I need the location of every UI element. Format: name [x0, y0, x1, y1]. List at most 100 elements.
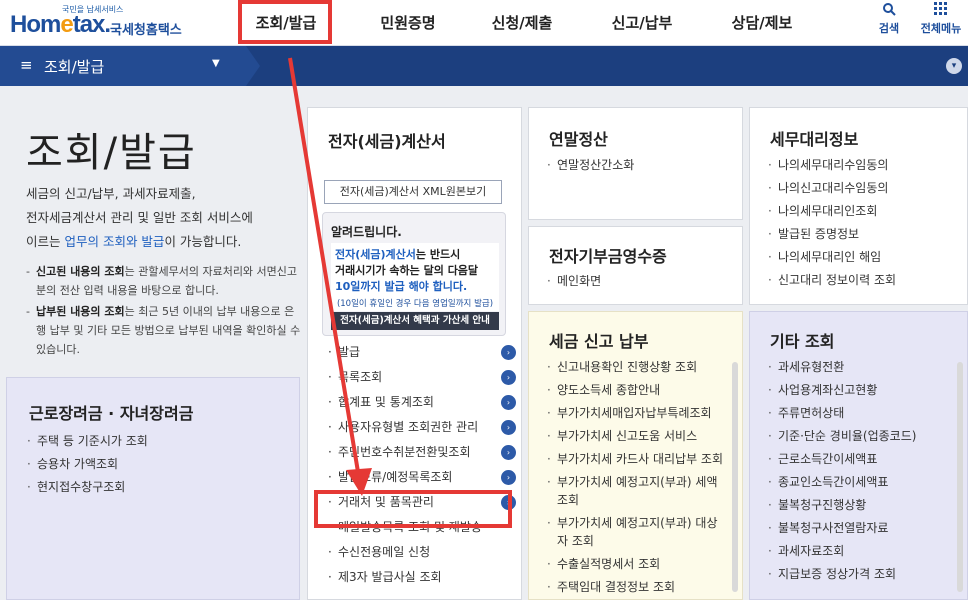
section-bar: ≡ 조회/발급 ▼ ▾ [0, 46, 968, 86]
chevron-right-icon: › [501, 370, 516, 385]
page-notes: 신고된 내용의 조회는 관할세무서의 자료처리와 서면신고분의 전산 입력 내용… [26, 262, 301, 361]
card-title: 세무대리정보 [770, 130, 859, 149]
list-item[interactable]: 신고내용확인 진행상황 조회 [545, 358, 725, 376]
list-item[interactable]: 부가가치세 예정고지(부과) 세액조회 [545, 473, 725, 509]
menu-item-pending[interactable]: 발급보류/예정목록조회› [326, 465, 516, 490]
expand-circle-icon[interactable]: ▾ [946, 58, 962, 74]
card-donation-receipt: 전자기부금영수증 메인화면 [528, 226, 743, 305]
card-list: 신고내용확인 진행상황 조회 양도소득세 종합안내 부가가치세매입자납부특례조회… [545, 358, 725, 601]
highlight-box-nav [238, 0, 332, 44]
card-list: 연말정산간소화 [545, 156, 634, 179]
card-title: 전자(세금)계산서 [328, 132, 446, 151]
list-item[interactable]: 나의세무대리수임동의 [766, 156, 896, 174]
nav-item-report-pay[interactable]: 신고/납부 [592, 0, 692, 46]
list-item[interactable]: 신고대리 정보이력 조회 [766, 271, 896, 289]
notice-box: 알려드립니다. 전자(세금)계산서는 반드시 거래시기가 속하는 달의 다음달 … [322, 212, 506, 336]
list-item[interactable]: 메인화면 [545, 272, 601, 290]
card-labor-incentive: 근로장려금 · 자녀장려금 주택 등 기준시가 조회 승용차 가액조회 현지접수… [6, 377, 300, 600]
card-list: 나의세무대리수임동의 나의신고대리수임동의 나의세무대리인조회 발급된 증명정보… [766, 156, 896, 294]
search-icon [872, 2, 906, 20]
menu-item-list[interactable]: 목록조회› [326, 365, 516, 390]
breadcrumb-arrow [246, 46, 260, 86]
list-item[interactable]: 불복청구진행상황 [766, 496, 916, 514]
chevron-right-icon: › [501, 445, 516, 460]
logo-wordmark: Hometax. [10, 11, 111, 38]
list-item[interactable]: 근로소득간이세액표 [766, 450, 916, 468]
card-title: 세금 신고 납부 [549, 332, 649, 351]
list-item[interactable]: 주택임대 결정정보 조회 [545, 578, 725, 596]
list-item[interactable]: 종교인소득간이세액표 [766, 473, 916, 491]
card-title: 전자기부금영수증 [549, 247, 667, 266]
search-label: 검색 [878, 22, 900, 35]
list-item[interactable]: 불복청구사전열람자료 [766, 519, 916, 537]
notice-text: 전자(세금)계산서는 반드시 거래시기가 속하는 달의 다음달 10일까지 발급… [331, 243, 499, 303]
search-button[interactable]: 검색 [872, 2, 906, 36]
logo-korean-name: 국세청홈택스 [110, 23, 182, 38]
menu-item-issue[interactable]: 발급› [326, 340, 516, 365]
list-item[interactable]: 부가가치세매입자납부특례조회 [545, 404, 725, 422]
section-dropdown[interactable]: ≡ 조회/발급 ▼ [0, 46, 246, 86]
list-item[interactable]: 나의신고대리수임동의 [766, 179, 896, 197]
caret-down-icon: ▼ [212, 58, 220, 69]
menu-item-resident-number[interactable]: 주민번호수취분전환및조회› [326, 440, 516, 465]
card-list: 메인화면 [545, 272, 601, 295]
chevron-right-icon: › [501, 345, 516, 360]
list-item[interactable]: 주류면허상태 [766, 404, 916, 422]
list-item[interactable]: 나의세무대리인 해임 [766, 248, 896, 266]
chevron-right-icon: › [501, 420, 516, 435]
chevron-right-icon: › [501, 395, 516, 410]
notice-holiday-text: (10일이 휴일인 경우 다음 영업일까지 발급) [331, 297, 499, 311]
page-description: 세금의 신고/납부, 과세자료제출, 전자세금계산서 관리 및 일반 조회 서비… [26, 186, 253, 249]
list-item[interactable]: 과세자료조회 [766, 542, 916, 560]
chevron-right-icon: › [501, 470, 516, 485]
hometax-logo[interactable]: 국민을 납세서비스 Hometax. 국세청홈택스 [8, 4, 188, 44]
list-item[interactable]: 연말정산간소화 [545, 156, 634, 174]
menu-item-receive-mail[interactable]: 수신전용메일 신청 [326, 540, 516, 565]
benefit-guide-button[interactable]: 전자(세금)계산서 혜택과 가산세 안내 [331, 312, 499, 330]
scrollbar[interactable] [732, 362, 738, 592]
notice-title: 알려드립니다. [331, 225, 402, 239]
card-tax-agent: 세무대리정보 나의세무대리수임동의 나의신고대리수임동의 나의세무대리인조회 발… [749, 107, 968, 305]
list-item[interactable]: 지급보증 정상가격 조회 [766, 565, 916, 583]
card-title: 근로장려금 · 자녀장려금 [29, 404, 194, 423]
grid-icon [916, 2, 966, 20]
list-item[interactable]: 부가가치세 신고도움 서비스 [545, 427, 725, 445]
nav-item-application[interactable]: 신청/제출 [472, 0, 572, 46]
note-declared: 신고된 내용의 조회는 관할세무서의 자료처리와 서면신고분의 전산 입력 내용… [26, 262, 301, 300]
menu-item-summary[interactable]: 합계표 및 통계조회› [326, 390, 516, 415]
list-item[interactable]: 주택 등 기준시가 조회 [25, 432, 148, 450]
scrollbar[interactable] [957, 362, 963, 592]
list-item[interactable]: 부가가치세 카드사 대리납부 조회 [545, 450, 725, 468]
einvoice-menu: 발급› 목록조회› 합계표 및 통계조회› 사용자유형별 조회권한 관리› 주민… [326, 340, 516, 590]
top-header: 국민을 납세서비스 Hometax. 국세청홈택스 조회/발급 민원증명 신청/… [0, 0, 968, 46]
list-item[interactable]: 승용차 가액조회 [25, 455, 148, 473]
all-menu-label: 전체메뉴 [920, 22, 962, 35]
card-list: 과세유형전환 사업용계좌신고현황 주류면허상태 기준·단순 경비율(업종코드) … [766, 358, 916, 588]
list-item[interactable]: 나의세무대리인조회 [766, 202, 896, 220]
highlight-box-mail-resend [314, 490, 512, 528]
nav-item-consult[interactable]: 상담/제보 [712, 0, 812, 46]
card-title: 연말정산 [549, 130, 608, 149]
card-list: 주택 등 기준시가 조회 승용차 가액조회 현지접수창구조회 [25, 432, 148, 501]
card-other-inquiry: 기타 조회 과세유형전환 사업용계좌신고현황 주류면허상태 기준·단순 경비율(… [749, 311, 968, 600]
page-title: 조회/발급 [26, 130, 197, 176]
menu-item-permission[interactable]: 사용자유형별 조회권한 관리› [326, 415, 516, 440]
list-item[interactable]: 과세유형전환 [766, 358, 916, 376]
xml-view-button[interactable]: 전자(세금)계산서 XML원본보기 [324, 180, 502, 204]
nav-item-certificate[interactable]: 민원증명 [358, 0, 458, 46]
card-tax-report: 세금 신고 납부 신고내용확인 진행상황 조회 양도소득세 종합안내 부가가치세… [528, 311, 743, 600]
list-item[interactable]: 기준·단순 경비율(업종코드) [766, 427, 916, 445]
list-item[interactable]: 발급된 증명정보 [766, 225, 896, 243]
note-paid: 납부된 내용의 조회는 최근 5년 이내의 납부 내용으로 은행 납부 및 기타… [26, 302, 301, 359]
hamburger-icon: ≡ [20, 56, 33, 74]
list-item[interactable]: 현지접수창구조회 [25, 478, 148, 496]
list-item[interactable]: 사업용계좌신고현황 [766, 381, 916, 399]
section-title: 조회/발급 [44, 58, 105, 76]
card-title: 기타 조회 [770, 332, 835, 351]
card-year-end: 연말정산 연말정산간소화 [528, 107, 743, 220]
list-item[interactable]: 부가가치세 예정고지(부과) 대상자 조회 [545, 514, 725, 550]
list-item[interactable]: 양도소득세 종합안내 [545, 381, 725, 399]
menu-item-third-party[interactable]: 제3자 발급사실 조회 [326, 565, 516, 590]
list-item[interactable]: 수출실적명세서 조회 [545, 555, 725, 573]
all-menu-button[interactable]: 전체메뉴 [916, 2, 966, 36]
